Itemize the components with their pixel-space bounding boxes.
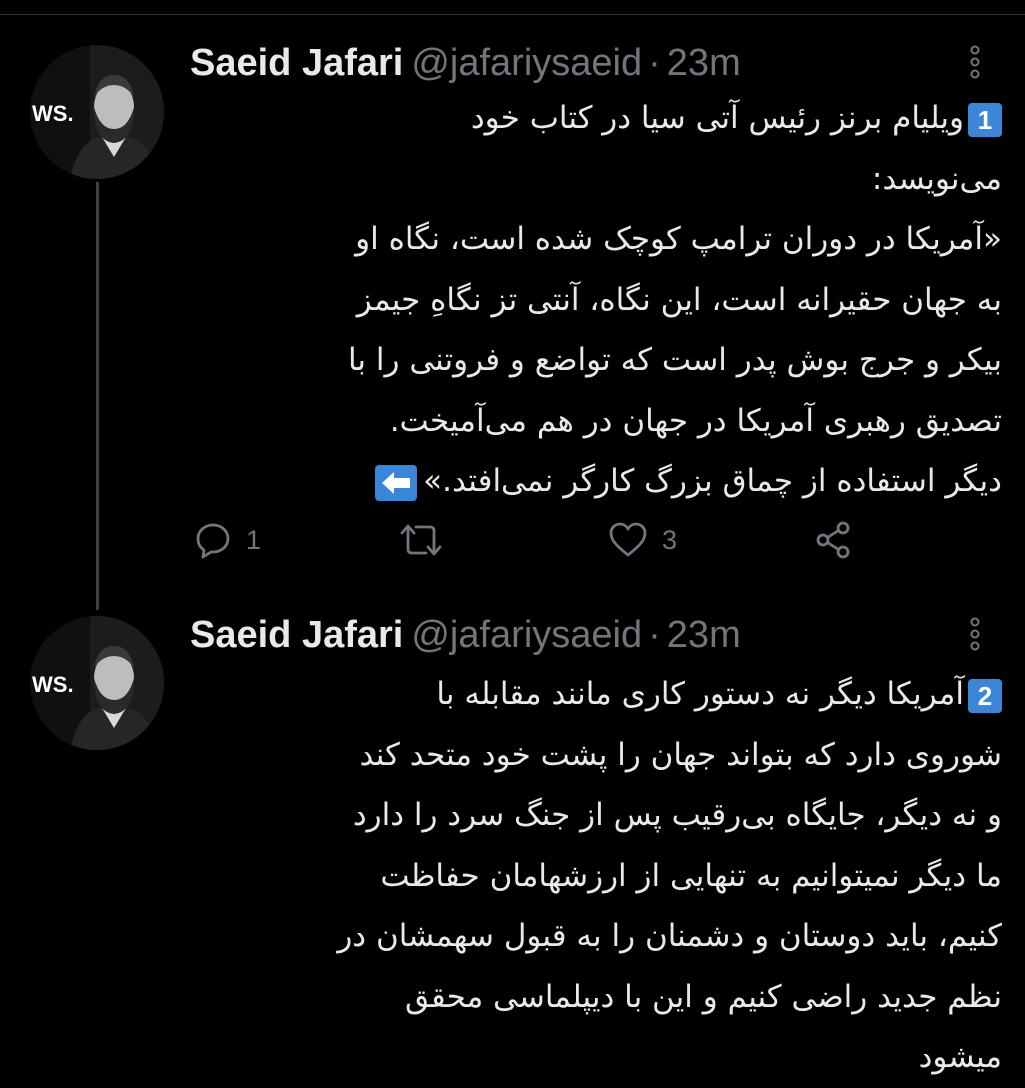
tweet-1[interactable]: WS. Saeid Jafari @jafariysaeid · 23m 1ویلیا…: [0, 0, 1025, 600]
avatar[interactable]: WS.: [30, 616, 164, 750]
display-name[interactable]: Saeid Jafari: [190, 614, 403, 656]
svg-text:WS.: WS.: [32, 672, 74, 697]
timestamp[interactable]: 23m: [667, 614, 741, 656]
keycap-number-icon: 2: [968, 678, 1002, 713]
text-line: ما دیگر نمیتوانیم به تنهایی از ارزشهامان…: [380, 857, 1002, 894]
retweet-button[interactable]: [398, 512, 458, 568]
tweet-header: Saeid Jafari @jafariysaeid · 23m: [190, 38, 741, 88]
more-vertical-icon[interactable]: [966, 44, 984, 80]
separator-dot: ·: [648, 614, 661, 656]
tweet-2[interactable]: WS. Saeid Jafari @jafariysaeid · 23m 2آمریک…: [0, 598, 1025, 1080]
avatar[interactable]: WS.: [30, 45, 164, 179]
text-line: دیگر استفاده از چماق بزرگ کارگر نمی‌افتد…: [190, 451, 1002, 512]
text-line: «آمریکا در دوران ترامپ کوچک شده است، نگا…: [355, 221, 1002, 257]
timestamp[interactable]: 23m: [667, 42, 741, 84]
text-line: 1ویلیام برنز رئیس آتی سیا در کتاب خود: [190, 88, 1002, 149]
tweet-text: 2آمریکا دیگر نه دستور کاری مانند مقابله …: [190, 664, 1002, 1088]
like-button[interactable]: 3: [608, 512, 677, 568]
more-vertical-icon[interactable]: [966, 616, 984, 652]
comment-icon: [196, 523, 230, 559]
text-line: میشود: [918, 1039, 1002, 1075]
text-line: نظم جدید راضی کنیم و این با دیپلماسی محق…: [405, 978, 1002, 1015]
reply-count: 1: [246, 524, 262, 555]
svg-text:WS.: WS.: [32, 101, 74, 126]
text-line: به جهان حقیرانه است، این نگاه، آنتی تز ن…: [356, 281, 1002, 318]
heart-icon: [609, 522, 647, 557]
retweet-icon: [400, 524, 442, 556]
left-arrow-emoji-icon: [375, 464, 418, 501]
tweet-header: Saeid Jafari @jafariysaeid · 23m: [190, 610, 741, 660]
like-count: 3: [662, 524, 678, 555]
user-handle[interactable]: @jafariysaeid: [411, 614, 642, 656]
text-line: 2آمریکا دیگر نه دستور کاری مانند مقابله …: [190, 664, 1002, 725]
reply-button[interactable]: 1: [194, 512, 261, 568]
tweet-text: 1ویلیام برنز رئیس آتی سیا در کتاب خود می…: [190, 88, 1002, 512]
text-line: و نه دیگر، جایگاه بی‌رقیب پس از جنگ سرد …: [352, 797, 1002, 833]
tweet-actions: 1 3: [190, 512, 1002, 568]
share-button[interactable]: [814, 512, 854, 568]
text-line: شوروی دارد که بتواند جهان را پشت خود متح…: [359, 736, 1002, 773]
display-name[interactable]: Saeid Jafari: [190, 42, 403, 84]
separator-dot: ·: [648, 42, 661, 84]
share-icon: [816, 521, 850, 559]
user-handle[interactable]: @jafariysaeid: [411, 42, 642, 84]
text-line: تصدیق رهبری آمریکا در جهان در هم می‌آمیخ…: [389, 402, 1002, 439]
text-line: کنیم، باید دوستان و دشمنان را به قبول سه…: [337, 918, 1002, 954]
keycap-number-icon: 1: [968, 102, 1002, 137]
text-line: بیکر و جرج بوش پدر است که تواضع و فروتنی…: [347, 342, 1002, 378]
text-line: می‌نویسد:: [871, 160, 1002, 197]
